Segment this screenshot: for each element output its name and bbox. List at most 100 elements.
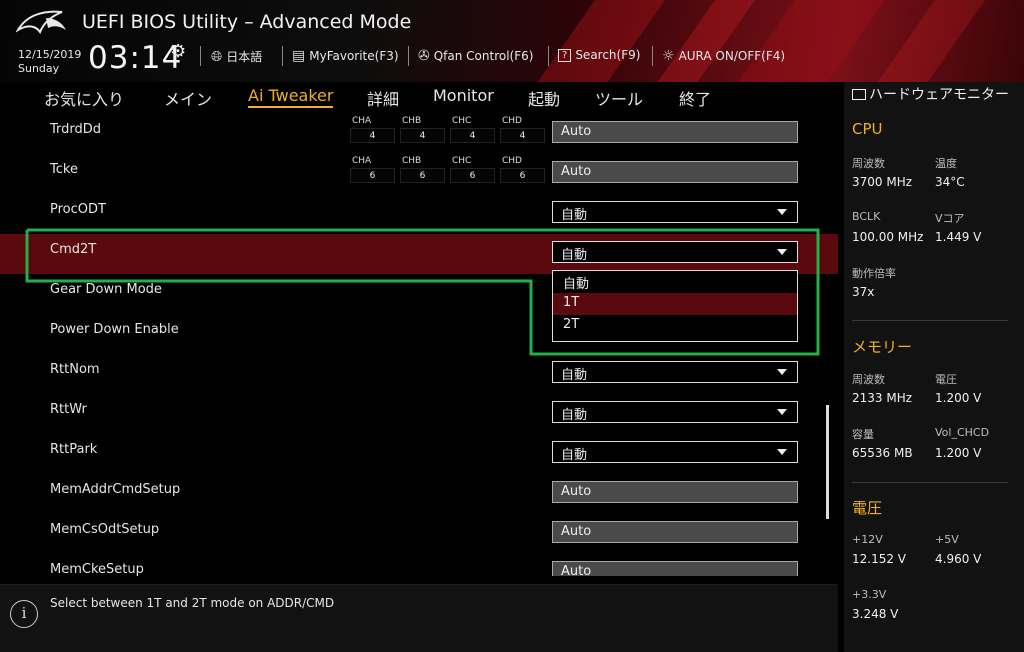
cpu-ratio-value: 37x	[852, 285, 875, 299]
memcsodtsetup-input[interactable]: Auto	[552, 521, 798, 543]
channel-value: 6	[500, 168, 545, 183]
voltage-3v3-label: +3.3V	[852, 588, 887, 601]
voltage-heading: 電圧	[852, 499, 883, 517]
tab-exit[interactable]: 終了	[679, 86, 711, 110]
memory-capacity-value: 65536 MB	[852, 446, 913, 460]
tab-favorites[interactable]: お気に入り	[44, 86, 124, 110]
setting-row-memckesetup[interactable]: MemCkeSetup Auto	[0, 554, 838, 576]
memory-volt-value: 1.200 V	[935, 391, 982, 405]
channel-value: 4	[400, 128, 445, 143]
channel-d: CHD 4	[500, 116, 545, 143]
cpu-ratio-label: 動作倍率	[852, 267, 896, 280]
rttpark-select[interactable]: 自動	[552, 441, 798, 463]
aura-toggle-button[interactable]: ☼ AURA ON/OFF(F4)	[662, 48, 785, 64]
main-menu-tabs: お気に入り メイン Ai Tweaker 詳細 Monitor 起動 ツール 終…	[0, 82, 838, 114]
language-button[interactable]: 🌐︎ 日本語	[211, 48, 262, 65]
settings-scrollbar[interactable]	[826, 405, 829, 519]
setting-label: RttNom	[50, 362, 100, 377]
voltage-5v-label: +5V	[935, 533, 959, 546]
setting-label: Power Down Enable	[50, 322, 179, 337]
setting-label: MemAddrCmdSetup	[50, 482, 181, 497]
cpu-temp-label: 温度	[935, 157, 957, 170]
memory-capacity-label: 容量	[852, 428, 874, 441]
setting-row-rttpark[interactable]: RttPark 自動	[0, 434, 838, 474]
header-divider	[548, 46, 549, 66]
setting-row-memcsodtsetup[interactable]: MemCsOdtSetup Auto	[0, 514, 838, 554]
chevron-down-icon	[777, 249, 787, 255]
setting-label: Gear Down Mode	[50, 282, 162, 297]
channel-value: 4	[350, 128, 395, 143]
channel-c: CHC 6	[450, 156, 495, 183]
channel-a: CHA 6	[350, 156, 395, 183]
monitor-icon	[852, 89, 866, 100]
tcke-input[interactable]: Auto	[552, 161, 798, 183]
setting-row-procodt[interactable]: ProcODT 自動	[0, 194, 838, 234]
fan-icon: ✇	[418, 48, 430, 64]
cmd2t-select[interactable]: 自動	[552, 241, 798, 263]
info-icon: i	[10, 600, 38, 628]
channel-value: 6	[350, 168, 395, 183]
channel-label: CHB	[402, 156, 422, 166]
aura-label: AURA ON/OFF(F4)	[678, 49, 786, 63]
dropdown-option-2t[interactable]: 2T	[553, 315, 797, 337]
cpu-heading: CPU	[852, 120, 883, 138]
procodt-select[interactable]: 自動	[552, 201, 798, 223]
clock-settings-gear-icon[interactable]: ⚙	[170, 41, 186, 62]
myfavorite-button[interactable]: ▤ MyFavorite(F3)	[292, 48, 399, 64]
tab-monitor[interactable]: Monitor	[433, 86, 494, 105]
rttnom-select[interactable]: 自動	[552, 361, 798, 383]
tab-ai-tweaker[interactable]: Ai Tweaker	[248, 86, 334, 108]
dropdown-option-auto[interactable]: 自動	[553, 271, 797, 293]
setting-row-rttnom[interactable]: RttNom 自動	[0, 354, 838, 394]
tab-main[interactable]: メイン	[164, 86, 212, 110]
select-value: 自動	[561, 208, 588, 223]
trdrddd-input[interactable]: Auto	[552, 121, 798, 143]
cpu-temp-value: 34°C	[935, 175, 965, 189]
channel-b: CHB 4	[400, 116, 445, 143]
chevron-down-icon	[777, 409, 787, 415]
search-label: Search(F9)	[575, 48, 641, 62]
qfan-control-button[interactable]: ✇ Qfan Control(F6)	[418, 48, 533, 64]
cpu-freq-label: 周波数	[852, 157, 885, 170]
search-button[interactable]: ? Search(F9)	[558, 48, 640, 62]
globe-icon: 🌐︎	[211, 48, 223, 65]
memory-freq-value: 2133 MHz	[852, 391, 913, 405]
select-value: 自動	[561, 248, 588, 263]
setting-label: RttWr	[50, 402, 87, 417]
memckesetup-input[interactable]: Auto	[552, 561, 798, 576]
hardware-monitor-title: ハードウェアモニター	[852, 87, 1017, 104]
header-divider	[200, 46, 201, 66]
setting-row-rttwr[interactable]: RttWr 自動	[0, 394, 838, 434]
memaddrcmdsetup-input[interactable]: Auto	[552, 481, 798, 503]
setting-row-memaddrcmdsetup[interactable]: MemAddrCmdSetup Auto	[0, 474, 838, 514]
hardware-monitor-panel: ハードウェアモニター CPU 周波数 温度 3700 MHz 34°C BCLK…	[844, 82, 1024, 652]
select-value: 自動	[561, 448, 588, 463]
setting-label: Tcke	[50, 162, 78, 177]
setting-row-tcke[interactable]: Tcke CHA 6 CHB 6 CHC 6 CHD 6 Auto	[0, 154, 838, 194]
hardware-monitor-title-text: ハードウェアモニター	[869, 87, 1009, 103]
chevron-down-icon	[777, 369, 787, 375]
date-text: 12/15/2019	[18, 48, 82, 61]
channel-label: CHC	[452, 116, 472, 126]
memory-vchcd-value: 1.200 V	[935, 446, 982, 460]
setting-row-trdrddd[interactable]: TrdrdDd CHA 4 CHB 4 CHC 4 CHD 4 Auto	[0, 114, 838, 154]
settings-list: TrdrdDd CHA 4 CHB 4 CHC 4 CHD 4 Auto Tcke CH…	[0, 114, 838, 576]
tab-boot[interactable]: 起動	[528, 86, 560, 110]
voltage-3v3-value: 3.248 V	[852, 607, 899, 621]
tab-advanced[interactable]: 詳細	[367, 86, 399, 110]
date-display: 12/15/2019 Sunday	[18, 48, 81, 76]
channel-label: CHD	[502, 116, 522, 126]
memory-freq-label: 周波数	[852, 373, 885, 386]
rttwr-select[interactable]: 自動	[552, 401, 798, 423]
cpu-bclk-value: 100.00 MHz	[852, 230, 924, 244]
help-text: Select between 1T and 2T mode on ADDR/CM…	[50, 596, 335, 610]
header-divider	[282, 46, 283, 66]
dropdown-option-1t[interactable]: 1T	[553, 293, 797, 315]
section-divider	[852, 482, 1008, 483]
qfan-label: Qfan Control(F6)	[433, 49, 534, 63]
setting-row-cmd2t[interactable]: Cmd2T 自動	[0, 234, 838, 274]
title-bar: UEFI BIOS Utility – Advanced Mode 12/15/…	[0, 0, 1024, 82]
channel-label: CHC	[452, 156, 472, 166]
tab-tool[interactable]: ツール	[595, 86, 643, 110]
header-divider	[652, 46, 653, 66]
